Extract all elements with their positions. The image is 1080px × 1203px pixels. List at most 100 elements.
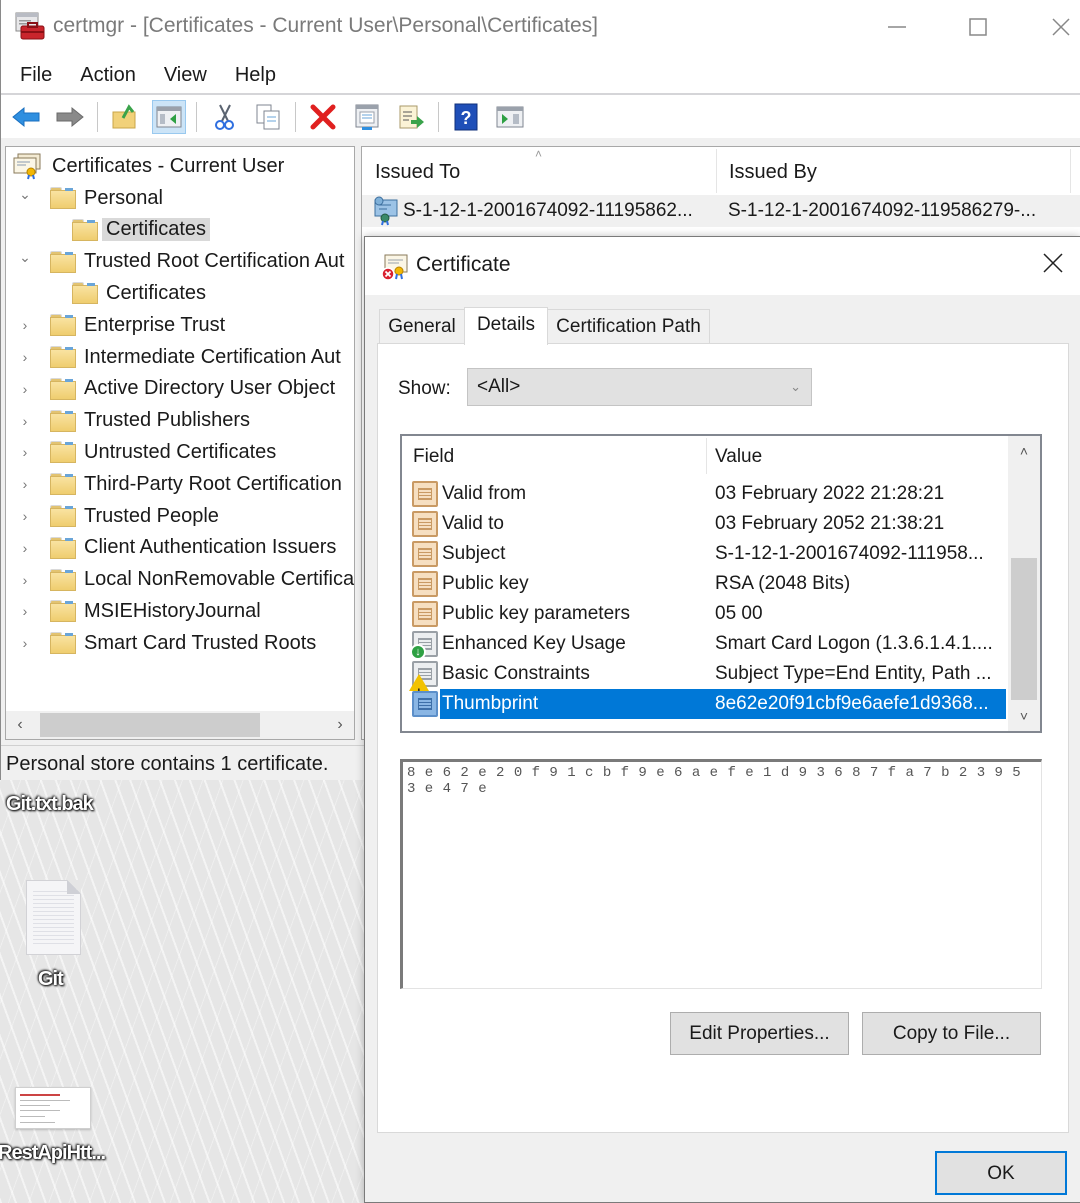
menu-help[interactable]: Help [235,58,276,92]
tree-item[interactable]: Certificates [50,214,211,246]
field-row[interactable]: Thumbprint 8e62e20f91cbf9e6aefe1d9368... [402,689,1006,719]
tree-root-certificates-current-user[interactable]: Certificates - Current User [12,150,284,182]
delete-button[interactable] [306,100,340,134]
field-row[interactable]: Subject S-1-12-1-2001674092-111958... [402,539,1006,569]
field-list-vertical-scrollbar[interactable]: ˄ ˅ [1008,436,1040,731]
cut-icon [215,104,234,130]
scroll-up-arrow-icon[interactable]: ˄ [1008,436,1040,466]
column-header-issued-to[interactable]: Issued To [362,147,716,195]
maximize-button[interactable] [958,10,998,44]
desktop-icon-git-txt-bak-label[interactable]: Git.txt.bak [6,793,94,816]
critical-extension-warning-icon: ! [409,661,438,699]
chevron-right-icon[interactable]: › [14,603,36,619]
tree-item[interactable]: › Third-Party Root Certification [14,468,342,500]
scrollbar-thumb[interactable] [1011,558,1037,700]
field-value: RSA (2048 Bits) [715,573,851,594]
chevron-right-icon[interactable]: › [14,317,36,333]
show-hide-console-tree-button[interactable] [152,99,186,134]
certificates-snapin-icon [13,153,41,180]
chevron-right-icon[interactable]: › [14,444,36,460]
tree-item[interactable]: › Enterprise Trust [14,309,225,341]
column-separator[interactable] [1070,149,1071,193]
chevron-right-icon[interactable]: › [14,635,36,651]
tree-item[interactable]: › Trusted Publishers [14,405,250,437]
tree-item[interactable]: ⌄ Personal [14,182,163,214]
title-bar[interactable]: certmgr - [Certificates - Current User\P… [1,0,1080,55]
scroll-down-arrow-icon[interactable]: ˅ [1008,701,1040,731]
dialog-title-bar[interactable]: Certificate [365,237,1080,295]
field-name: Subject [442,543,506,564]
tab-general[interactable]: General [379,309,465,343]
field-row[interactable]: Valid from 03 February 2022 21:28:21 [402,479,1006,509]
desktop: Git.txt.bak Git RestApiHtt... [0,780,365,1203]
desktop-icon-restapihtt-label[interactable]: RestApiHtt... [0,1142,106,1165]
chevron-right-icon[interactable]: › [14,381,36,397]
field-row[interactable]: Public key RSA (2048 Bits) [402,569,1006,599]
scrollbar-thumb[interactable] [40,713,260,737]
field-row[interactable]: !Basic Constraints Subject Type=End Entit… [402,659,1006,699]
tree-item[interactable]: › Smart Card Trusted Roots [14,627,316,659]
tree-item[interactable]: › Client Authentication Issuers [14,532,336,564]
tree-item[interactable]: › Active Directory User Object [14,373,335,405]
cut-button[interactable] [207,100,241,134]
close-window-button[interactable] [1041,10,1080,44]
field-row[interactable]: Public key parameters 05 00 [402,599,1006,629]
tab-certification-path[interactable]: Certification Path [547,309,710,343]
tree-item[interactable]: ⌄ Trusted Root Certification Aut [14,246,345,278]
column-separator[interactable] [706,438,707,474]
chevron-right-icon[interactable]: › [14,508,36,524]
edit-properties-button[interactable]: Edit Properties... [670,1012,849,1055]
export-list-button[interactable] [394,100,428,134]
column-header-field[interactable]: Field [413,446,454,468]
toolbar: ? [1,93,1080,138]
field-name: Public key parameters [442,603,630,624]
desktop-icon-git-label[interactable]: Git [38,968,64,991]
chevron-right-icon[interactable]: › [14,476,36,492]
certificate-dialog: Certificate General Details Certificatio… [364,236,1080,1203]
ok-button[interactable]: OK [935,1151,1067,1195]
tree-item[interactable]: › Local NonRemovable Certifica [14,564,354,596]
certificate-row[interactable]: S-1-12-1-2001674092-11195862... S-1-12-1… [362,195,1080,227]
folder-icon [50,250,76,273]
menu-view[interactable]: View [164,58,207,92]
menu-file[interactable]: File [20,58,52,92]
tree-item[interactable]: › Untrusted Certificates [14,436,276,468]
column-header-value[interactable]: Value [715,446,762,468]
help-button[interactable]: ? [449,100,483,134]
text-file-icon[interactable] [26,880,81,955]
forward-button[interactable] [53,100,87,134]
tree-item[interactable]: › Trusted People [14,500,219,532]
maximize-icon [969,18,987,36]
chevron-right-icon[interactable]: › [14,413,36,429]
scroll-left-arrow-icon[interactable]: ‹ [8,713,32,737]
field-value-textbox[interactable] [400,759,1042,989]
back-arrow-icon [12,106,40,127]
menu-action[interactable]: Action [80,58,136,92]
show-dropdown[interactable]: <All> ⌄ [467,368,812,406]
scroll-right-arrow-icon[interactable]: › [328,713,352,737]
field-row[interactable]: Valid to 03 February 2052 21:38:21 [402,509,1006,539]
chevron-right-icon[interactable]: › [14,540,36,556]
folder-icon [50,473,76,496]
field-row[interactable]: ↓ Enhanced Key Usage Smart Card Logon (1.3… [402,629,1006,660]
chevron-down-icon[interactable]: ⌄ [14,249,36,266]
show-hide-action-pane-button[interactable] [493,100,527,134]
back-button[interactable] [9,100,43,134]
dialog-close-button[interactable] [1042,249,1064,281]
tree-item[interactable]: › Intermediate Certification Aut [14,341,341,373]
tree-item[interactable]: › MSIEHistoryJournal [14,595,261,627]
tree-label: Local NonRemovable Certifica [84,568,355,591]
column-header-issued-by[interactable]: Issued By [716,147,1070,195]
tab-details[interactable]: Details [464,307,548,345]
up-one-level-button[interactable] [108,100,142,134]
chevron-right-icon[interactable]: › [14,349,36,365]
chevron-right-icon[interactable]: › [14,572,36,588]
copy-button[interactable] [251,100,285,134]
properties-button[interactable] [350,100,384,134]
document-thumbnail-icon[interactable] [15,1087,91,1129]
chevron-down-icon[interactable]: ⌄ [14,186,36,203]
tree-item[interactable]: Certificates [50,277,206,309]
copy-to-file-button[interactable]: Copy to File... [862,1012,1041,1055]
tree-horizontal-scrollbar[interactable]: ‹ › [6,711,354,739]
minimize-button[interactable] [877,10,917,44]
